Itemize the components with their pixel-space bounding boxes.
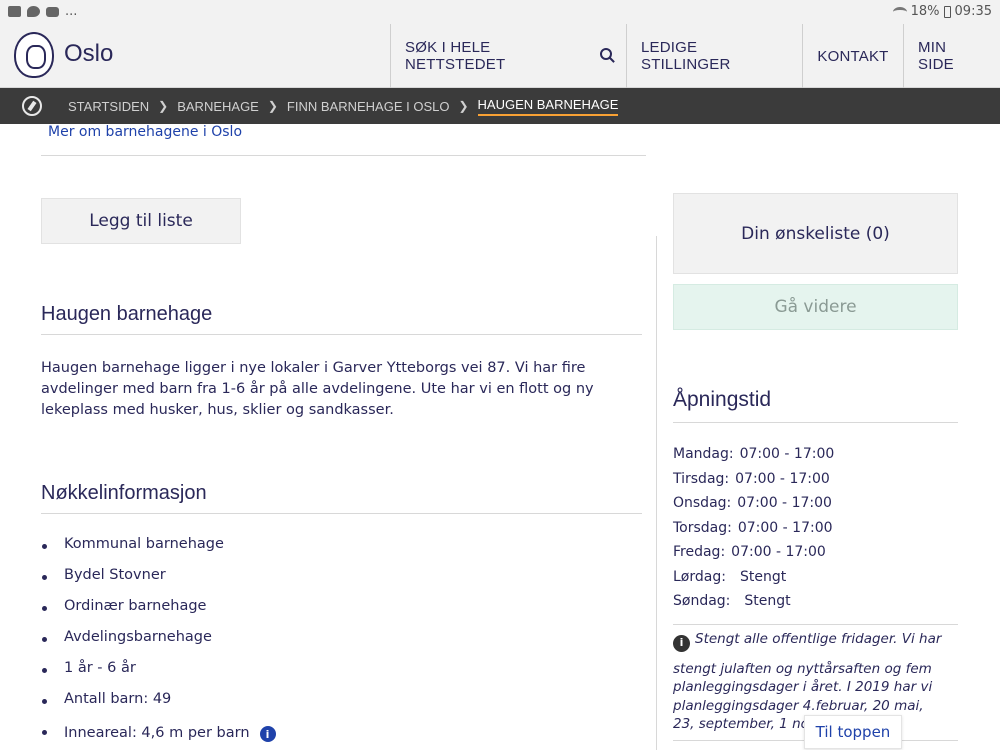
day-label: Mandag: <box>673 446 734 462</box>
day-label: Tirsdag: <box>673 470 730 487</box>
key-info-heading: Nøkkelinformasjon <box>41 482 642 514</box>
list-item: Inneareal: 4,6 m per barn i <box>41 722 276 750</box>
time-value: Stengt <box>744 593 791 609</box>
chevron-right-icon: ❯ <box>158 99 169 113</box>
chevron-right-icon: ❯ <box>267 99 278 113</box>
site-header: Oslo SØK I HELE NETTSTEDET LEDIGE STILLI… <box>0 24 1000 88</box>
nav-contact[interactable]: KONTAKT <box>802 24 903 88</box>
fact-text: Antall barn: 49 <box>64 691 172 707</box>
hours-row: Fredag: 07:00 - 17:00 <box>673 544 834 569</box>
back-to-top-button[interactable]: Til toppen <box>804 715 902 749</box>
day-label: Fredag: <box>673 544 726 560</box>
description: Haugen barnehage ligger i nye lokaler i … <box>41 360 594 418</box>
more-about-kindergartens-link[interactable]: Mer om barnehagene i Oslo <box>48 124 242 140</box>
twitter-icon <box>27 6 40 17</box>
search-icon <box>600 48 612 60</box>
fact-text: 1 år - 6 år <box>64 660 136 676</box>
nav-my-page[interactable]: MIN SIDE <box>903 24 1000 88</box>
fact-text: Avdelingsbarnehage <box>64 629 212 645</box>
key-facts-list: Kommunal barnehage Bydel Stovner Ordinær… <box>41 536 276 750</box>
day-label: Lørdag: <box>673 568 726 585</box>
nav-my-page-label: MIN SIDE <box>918 39 954 73</box>
battery-icon <box>943 5 951 18</box>
hours-row: Onsdag: 07:00 - 17:00 <box>673 495 834 520</box>
mail-icon <box>8 6 21 17</box>
breadcrumb-finn-barnehage[interactable]: FINN BARNEHAGE I OSLO <box>287 99 450 114</box>
page-title: Haugen barnehage <box>41 303 642 335</box>
wifi-icon <box>892 6 907 17</box>
hours-row: Lørdag: Stengt <box>673 569 834 594</box>
note-line-1: Stengt alle offentlige fridager. Vi har <box>695 631 942 647</box>
breadcrumb-barnehage[interactable]: BARNEHAGE <box>177 99 259 114</box>
list-item: Avdelingsbarnehage <box>41 629 276 660</box>
nav-jobs[interactable]: LEDIGE STILLINGER <box>626 24 802 88</box>
day-label: Onsdag: <box>673 495 732 511</box>
status-bar: ... 18% 09:35 <box>0 0 1000 24</box>
fact-text: Inneareal: 4,6 m per barn <box>64 725 250 741</box>
nav-jobs-label: LEDIGE STILLINGER <box>641 39 731 73</box>
list-item: Ordinær barnehage <box>41 598 276 629</box>
hours-row: Tirsdag: 07:00 - 17:00 <box>673 471 834 496</box>
nav-search-label: SØK I HELE NETTSTEDET <box>405 39 506 73</box>
column-divider <box>656 236 657 750</box>
time-value: Stengt <box>739 568 787 585</box>
youtube-icon <box>46 6 59 17</box>
brand-name[interactable]: Oslo <box>64 40 113 68</box>
hours-row: Torsdag: 07:00 - 17:00 <box>673 520 834 545</box>
chevron-right-icon: ❯ <box>458 99 469 113</box>
time-value: 07:00 - 17:00 <box>737 519 833 536</box>
more-notifications: ... <box>65 4 78 19</box>
time-value: 07:00 - 17:00 <box>731 544 826 560</box>
nav-search[interactable]: SØK I HELE NETTSTEDET <box>390 24 626 88</box>
nav-contact-label: KONTAKT <box>817 47 889 65</box>
time-value: 07:00 - 17:00 <box>737 495 832 511</box>
day-label: Torsdag: <box>673 519 732 536</box>
breadcrumb-current: HAUGEN BARNEHAGE <box>477 97 619 116</box>
info-icon: i <box>673 634 690 652</box>
clock: 09:35 <box>954 4 992 19</box>
divider <box>673 624 958 625</box>
list-item: Antall barn: 49 <box>41 691 276 722</box>
continue-button[interactable]: Gå videre <box>673 284 958 330</box>
opening-hours-heading: Åpningstid <box>673 388 958 423</box>
opening-hours-list: Mandag: 07:00 - 17:00 Tirsdag: 07:00 - 17:… <box>673 446 834 618</box>
add-to-list-button[interactable]: Legg til liste <box>41 198 241 244</box>
info-icon[interactable]: i <box>259 726 276 742</box>
divider <box>41 155 646 156</box>
breadcrumb: STARTSIDEN ❯ BARNEHAGE ❯ FINN BARNEHAGE … <box>0 88 1000 124</box>
list-item: Kommunal barnehage <box>41 536 276 567</box>
battery-level: 18% <box>910 4 940 19</box>
main-nav: SØK I HELE NETTSTEDET LEDIGE STILLINGER … <box>390 24 1000 88</box>
list-item: 1 år - 6 år <box>41 660 276 691</box>
day-label: Søndag: <box>673 593 731 609</box>
list-item: Bydel Stovner <box>41 567 276 598</box>
hours-row: Søndag: Stengt <box>673 593 834 618</box>
compass-icon[interactable] <box>22 96 42 116</box>
breadcrumb-start[interactable]: STARTSIDEN <box>68 99 149 114</box>
fact-text: Kommunal barnehage <box>64 536 224 552</box>
fact-text: Ordinær barnehage <box>64 598 207 614</box>
time-value: 07:00 - 17:00 <box>735 470 830 487</box>
time-value: 07:00 - 17:00 <box>739 446 835 462</box>
oslo-logo-icon[interactable] <box>14 32 54 78</box>
fact-text: Bydel Stovner <box>64 567 166 583</box>
wishlist-button[interactable]: Din ønskeliste (0) <box>673 193 958 274</box>
hours-row: Mandag: 07:00 - 17:00 <box>673 446 834 471</box>
